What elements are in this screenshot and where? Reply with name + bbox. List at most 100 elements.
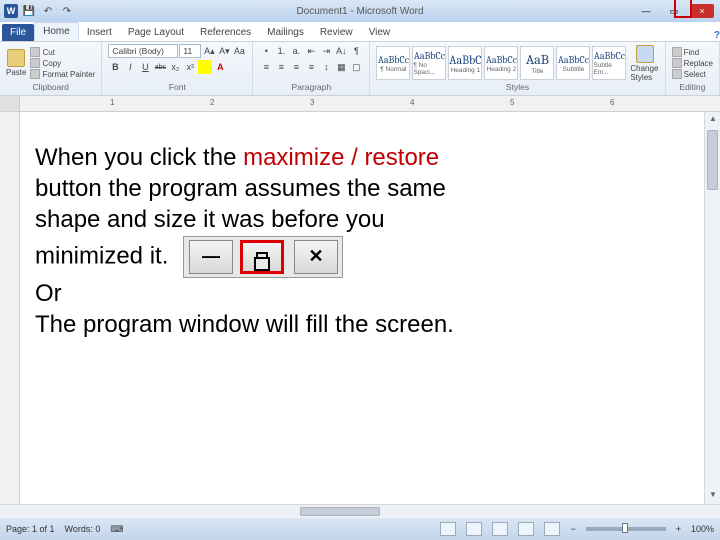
select-button[interactable]: Select <box>672 69 713 79</box>
underline-button[interactable]: U <box>138 60 152 74</box>
ruler-horizontal[interactable]: 1 2 3 4 5 6 <box>0 96 720 112</box>
format-painter-button[interactable]: Format Painter <box>30 69 95 79</box>
style-name: ¶ Normal <box>380 66 406 73</box>
tab-insert[interactable]: Insert <box>79 24 120 41</box>
ruler-vertical[interactable] <box>0 112 20 504</box>
ruler-mark: 2 <box>210 98 214 107</box>
status-words[interactable]: Words: 0 <box>65 524 101 534</box>
window-minimize-button[interactable]: — <box>634 4 658 18</box>
style-name: Subtle Em... <box>593 62 625 76</box>
tab-review[interactable]: Review <box>312 24 361 41</box>
view-full-screen-button[interactable] <box>466 522 482 536</box>
overlay-text: shape and size it was before you <box>35 206 385 233</box>
copy-button[interactable]: Copy <box>30 58 95 68</box>
zoom-level[interactable]: 100% <box>691 524 714 534</box>
overlay-text: minimized it. <box>35 242 168 269</box>
view-print-layout-button[interactable] <box>440 522 456 536</box>
scrollbar-horizontal[interactable] <box>0 504 720 518</box>
illustration-close-icon: ✕ <box>294 240 338 274</box>
qat-redo-button[interactable]: ↷ <box>59 3 75 19</box>
increase-indent-button[interactable]: ⇥ <box>319 44 333 58</box>
borders-button[interactable]: ▢ <box>349 60 363 74</box>
sort-button[interactable]: A↓ <box>334 44 348 58</box>
align-left-button[interactable]: ≡ <box>259 60 273 74</box>
zoom-slider[interactable] <box>586 527 666 531</box>
replace-icon <box>672 58 682 68</box>
change-styles-button[interactable]: Change Styles <box>630 45 658 82</box>
shading-button[interactable]: ▦ <box>334 60 348 74</box>
decrease-indent-button[interactable]: ⇤ <box>304 44 318 58</box>
bold-button[interactable]: B <box>108 60 122 74</box>
tab-mailings[interactable]: Mailings <box>259 24 312 41</box>
scrollbar-vertical[interactable]: ▲ ▼ <box>704 112 720 504</box>
tab-references[interactable]: References <box>192 24 259 41</box>
style-name: ¶ No Spaci... <box>413 62 445 76</box>
callout-restore-highlight <box>674 0 692 18</box>
scroll-up-button[interactable]: ▲ <box>707 114 719 126</box>
group-clipboard-label: Clipboard <box>6 82 95 93</box>
ruler-corner <box>0 96 20 111</box>
zoom-slider-knob[interactable] <box>622 523 628 533</box>
subscript-button[interactable]: x₂ <box>168 60 182 74</box>
window-controls-illustration: — ✕ <box>183 236 343 278</box>
numbering-button[interactable]: 1. <box>274 44 288 58</box>
font-color-button[interactable]: A <box>213 60 227 74</box>
style-preview: AaBbCc <box>486 54 517 66</box>
strikethrough-button[interactable]: abc <box>153 60 167 74</box>
justify-button[interactable]: ≡ <box>304 60 318 74</box>
view-outline-button[interactable] <box>518 522 534 536</box>
tab-file[interactable]: File <box>2 24 34 41</box>
status-language-icon[interactable]: ⌨ <box>110 524 123 535</box>
view-draft-button[interactable] <box>544 522 560 536</box>
group-paragraph-label: Paragraph <box>259 82 363 93</box>
zoom-in-button[interactable]: + <box>676 524 681 534</box>
style-subtle-emphasis[interactable]: AaBbCcSubtle Em... <box>592 46 626 80</box>
tab-home[interactable]: Home <box>34 22 79 41</box>
help-button[interactable]: ? <box>714 30 720 41</box>
view-web-layout-button[interactable] <box>492 522 508 536</box>
style-no-spacing[interactable]: AaBbCc¶ No Spaci... <box>412 46 446 80</box>
qat-save-button[interactable]: 💾 <box>21 3 37 19</box>
styles-gallery[interactable]: AaBbCc¶ Normal AaBbCc¶ No Spaci... AaBbC… <box>376 46 626 80</box>
cut-button[interactable]: Cut <box>30 47 95 57</box>
status-page[interactable]: Page: 1 of 1 <box>6 524 55 534</box>
grow-font-button[interactable]: A▴ <box>202 44 216 58</box>
font-family-select[interactable]: Calibri (Body) <box>108 44 178 58</box>
scroll-thumb-vertical[interactable] <box>707 130 718 190</box>
font-size-select[interactable]: 11 <box>179 44 201 58</box>
zoom-out-button[interactable]: − <box>570 524 575 534</box>
show-marks-button[interactable]: ¶ <box>349 44 363 58</box>
line-spacing-button[interactable]: ↕ <box>319 60 333 74</box>
qat-undo-button[interactable]: ↶ <box>40 3 56 19</box>
style-heading-1[interactable]: AaBbCHeading 1 <box>448 46 482 80</box>
change-case-button[interactable]: Aa <box>232 44 246 58</box>
group-font: Calibri (Body) 11 A▴ A▾ Aa B I U abc x₂ … <box>102 42 253 95</box>
style-subtitle[interactable]: AaBbCcSubtitle <box>556 46 590 80</box>
tab-page-layout[interactable]: Page Layout <box>120 24 192 41</box>
align-right-button[interactable]: ≡ <box>289 60 303 74</box>
style-normal[interactable]: AaBbCc¶ Normal <box>376 46 410 80</box>
quick-access-toolbar: W 💾 ↶ ↷ <box>0 3 79 19</box>
word-icon: W <box>4 4 18 18</box>
style-heading-2[interactable]: AaBbCcHeading 2 <box>484 46 518 80</box>
replace-button[interactable]: Replace <box>672 58 713 68</box>
align-center-button[interactable]: ≡ <box>274 60 288 74</box>
style-name: Heading 2 <box>487 66 517 73</box>
find-button[interactable]: Find <box>672 47 713 57</box>
scroll-down-button[interactable]: ▼ <box>707 490 719 502</box>
paste-button[interactable]: Paste <box>6 49 26 77</box>
page[interactable]: When you click the maximize / restore bu… <box>20 112 704 504</box>
window-close-button[interactable]: × <box>690 4 714 18</box>
scroll-thumb-horizontal[interactable] <box>300 507 380 516</box>
italic-button[interactable]: I <box>123 60 137 74</box>
highlight-button[interactable] <box>198 60 212 74</box>
change-styles-icon <box>636 45 654 63</box>
style-title[interactable]: AaBTitle <box>520 46 554 80</box>
bullets-button[interactable]: • <box>259 44 273 58</box>
style-preview: AaB <box>526 51 549 68</box>
superscript-button[interactable]: x² <box>183 60 197 74</box>
overlay-text: The program window will fill the screen. <box>35 311 454 338</box>
tab-view[interactable]: View <box>361 24 399 41</box>
shrink-font-button[interactable]: A▾ <box>217 44 231 58</box>
multilevel-button[interactable]: a. <box>289 44 303 58</box>
